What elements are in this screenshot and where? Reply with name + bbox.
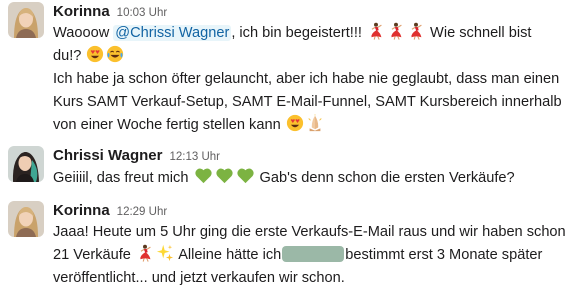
- message-text-segment: von einer Woche fertig stellen kann: [53, 117, 285, 133]
- message-feed: Korinna 10:03 Uhr Waooow @Chrissi Wagner…: [0, 0, 576, 298]
- redacted-text: [282, 246, 345, 262]
- message-text: Geiiiil, das freut mich Gab's denn schon…: [53, 166, 570, 189]
- timestamp[interactable]: 12:13 Uhr: [169, 147, 220, 167]
- green-heart-emoji: [215, 166, 234, 185]
- sparkles-emoji: [156, 244, 174, 262]
- heart-eyes-emoji: [286, 114, 304, 132]
- green-heart-emoji: [194, 166, 213, 185]
- dancer-emoji: [407, 22, 425, 40]
- message-text-segment: bestimmt erst 3 Monate später: [345, 247, 543, 263]
- avatar[interactable]: [8, 146, 44, 182]
- dancer-emoji: [387, 22, 405, 40]
- message-text-segment: Jaaa! Heute um 5 Uhr ging die erste Verk…: [53, 224, 566, 240]
- dancer-emoji: [367, 22, 385, 40]
- message-text: Jaaa! Heute um 5 Uhr ging die erste Verk…: [53, 221, 570, 290]
- message-text-segment: du!?: [53, 48, 86, 64]
- author-name[interactable]: Korinna: [53, 2, 110, 22]
- author-name[interactable]: Chrissi Wagner: [53, 146, 162, 166]
- message-text-segment: Kurs SAMT Verkauf-Setup, SAMT E-Mail-Fun…: [53, 94, 562, 110]
- timestamp[interactable]: 10:03 Uhr: [117, 3, 168, 23]
- dancer-emoji: [136, 244, 154, 262]
- message-text-segment: , ich bin begeistert!!!: [231, 25, 366, 41]
- message-text-segment: Waooow: [53, 25, 114, 41]
- avatar[interactable]: [8, 2, 44, 38]
- message-text-segment: 21 Verkäufe: [53, 247, 135, 263]
- avatar[interactable]: [8, 201, 44, 237]
- message-text-segment: veröffentlicht... und jetzt verkaufen wi…: [53, 270, 345, 286]
- laughing-tears-emoji: [106, 45, 124, 63]
- message-text-segment: Alleine hätte ich: [174, 247, 282, 263]
- message-text: Waooow @Chrissi Wagner, ich bin begeiste…: [53, 22, 570, 137]
- message-text-segment: Ich habe ja schon öfter gelauncht, aber …: [53, 71, 560, 87]
- message-text-segment: Gab's denn schon die ersten Verkäufe?: [255, 170, 515, 186]
- author-name[interactable]: Korinna: [53, 201, 110, 221]
- message-text-segment: Geiiiil, das freut mich: [53, 170, 193, 186]
- folded-hands-emoji: [306, 114, 324, 132]
- timestamp[interactable]: 12:29 Uhr: [117, 202, 168, 222]
- user-mention[interactable]: @Chrissi Wagner: [113, 25, 232, 41]
- message-text-segment: Wie schnell bist: [426, 25, 532, 41]
- green-heart-emoji: [236, 166, 255, 185]
- heart-eyes-emoji: [86, 45, 104, 63]
